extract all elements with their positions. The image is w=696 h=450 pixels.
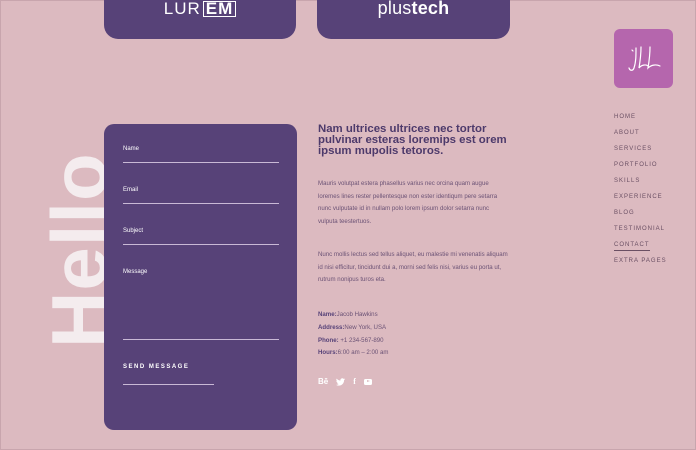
send-button-underline [123,384,214,385]
subject-label: Subject [123,228,144,234]
social-links: Bē f [318,377,372,386]
lorem-logo: LUR EM [164,0,237,17]
lorem-logo-text: LUR [163,0,201,18]
facebook-icon[interactable]: f [353,377,356,386]
jl-signature-icon [627,45,661,71]
nav-item-home[interactable]: HOME [614,113,667,129]
lorem-logo-card: LUR EM [104,0,296,39]
email-label: Email [123,187,139,193]
info-phone-row: Phone: +1 234-567-890 [318,336,384,344]
info-address-row: Address:New York, USA [318,323,387,331]
plustech-logo-text: plus [377,0,412,18]
subject-field[interactable]: Subject [123,228,279,245]
behance-icon[interactable]: Bē [318,377,328,386]
nav-item-contact[interactable]: CONTACT [614,241,667,257]
hello-watermark: Hello [35,152,123,348]
nav-item-skills[interactable]: SKILLS [614,177,667,193]
youtube-icon[interactable] [363,378,372,385]
name-label: Name [123,146,140,152]
info-hours-row: Hours:6:00 am – 2:00 am [318,349,389,357]
nav-item-experience[interactable]: EXPERIENCE [614,193,667,209]
contact-paragraph-1: Mauris volutpat estera phasellus varius … [318,180,498,225]
nav-item-extra-pages[interactable]: EXTRA PAGES [614,257,667,273]
lorem-logo-box-text: EM [202,0,237,17]
name-field[interactable]: Name [123,146,279,163]
plustech-logo-bold-text: tech [411,0,450,18]
send-message-button[interactable]: SEND MESSAGE [123,364,189,370]
message-field[interactable]: Message [123,269,279,340]
contact-form: Name Email Subject Message SEND MESSAGE [104,124,297,430]
nav-item-testimonial[interactable]: TESTIMONIAL [614,225,667,241]
contact-info: Name:Jacob Hawkins Address:New York, USA… [318,309,388,360]
plustech-logo-card: plustech [317,0,510,39]
email-field[interactable]: Email [123,187,279,204]
message-label: Message [123,269,148,275]
main-nav: HOME ABOUT SERVICES PORTFOLIO SKILLS EXP… [614,113,667,273]
nav-item-portfolio[interactable]: PORTFOLIO [614,161,667,177]
contact-paragraph-2: Nunc mollis lectus sed tellus aliquet, e… [318,251,508,284]
nav-item-blog[interactable]: BLOG [614,209,667,225]
twitter-icon[interactable] [336,377,346,386]
info-name-row: Name:Jacob Hawkins [318,311,378,318]
contact-heading: Nam ultrices ultrices nec tortor pulvina… [318,123,507,157]
brand-logo[interactable] [614,29,673,88]
nav-item-about[interactable]: ABOUT [614,129,667,145]
nav-item-services[interactable]: SERVICES [614,145,667,161]
plustech-logo: plustech [378,0,450,17]
